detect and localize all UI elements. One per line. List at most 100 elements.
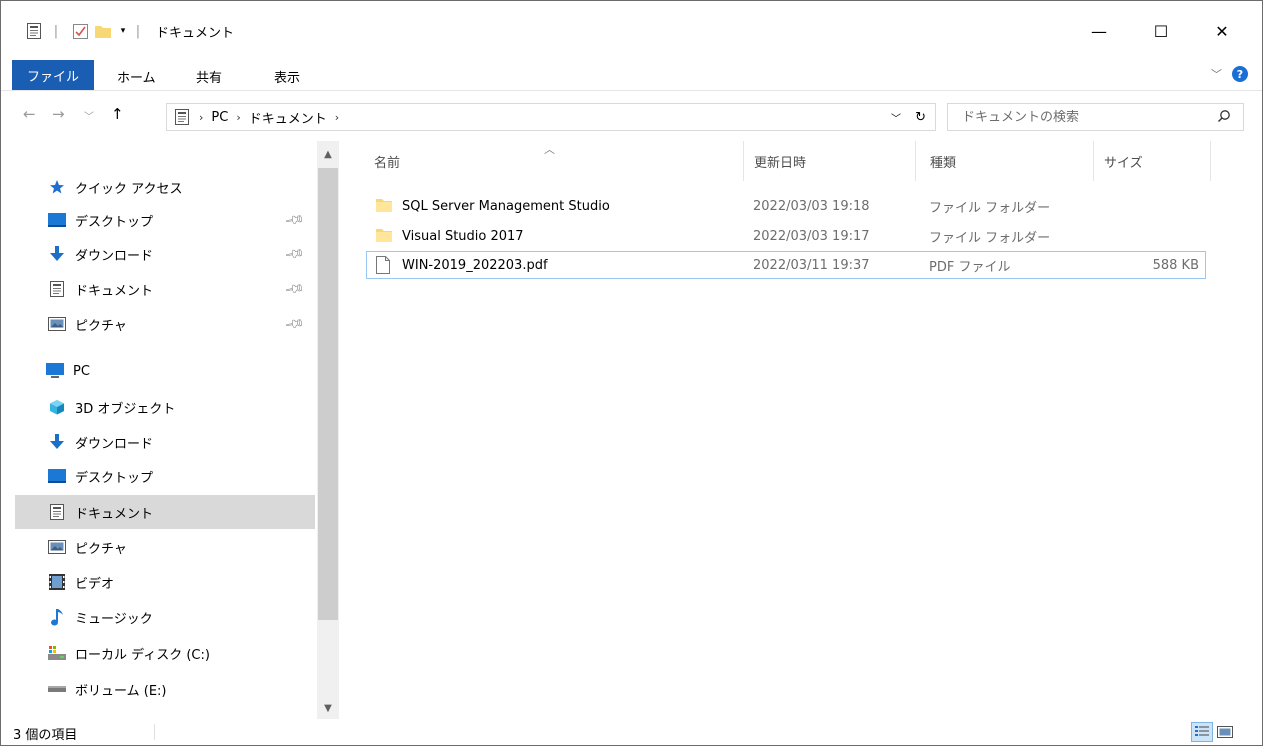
nav-item-label: ダウンロード — [75, 248, 154, 264]
nav-quick-downloads[interactable]: ダウンロード 📌︎ — [15, 237, 315, 271]
nav-item-label: ドキュメント — [75, 283, 154, 299]
scroll-up-arrow-icon[interactable]: ▲ — [317, 143, 339, 165]
column-header-name[interactable]: 名前 — [366, 141, 744, 181]
document-icon — [47, 503, 67, 521]
breadcrumb-separator-icon[interactable]: › — [199, 111, 203, 124]
volume-icon — [47, 680, 67, 698]
refresh-icon[interactable]: ↻ — [915, 110, 926, 125]
breadcrumb-documents[interactable]: ドキュメント — [249, 108, 327, 127]
title-bar: | ▾ | ドキュメント — ☐ ✕ — [1, 1, 1262, 55]
scrollbar-thumb[interactable] — [318, 168, 338, 620]
breadcrumb-pc[interactable]: PC — [211, 110, 228, 125]
window-title: ドキュメント — [156, 26, 235, 41]
nav-item-label: ボリューム (E:) — [75, 683, 167, 699]
nav-item-label: ローカル ディスク (C:) — [75, 647, 210, 663]
pin-icon[interactable]: 📌︎ — [284, 278, 306, 300]
status-bar: 3 個の項目 — [1, 719, 1262, 745]
document-icon — [47, 280, 67, 298]
nav-item-label: ビデオ — [75, 576, 115, 592]
nav-pc-volume-e[interactable]: ボリューム (E:) — [15, 672, 315, 706]
file-type: ファイル フォルダー — [929, 230, 1051, 246]
column-header-size[interactable]: サイズ — [1096, 141, 1211, 181]
toolbar-separator: | — [53, 23, 59, 39]
new-folder-icon[interactable] — [91, 21, 115, 41]
music-icon — [47, 608, 67, 626]
close-button[interactable]: ✕ — [1199, 15, 1245, 47]
help-icon[interactable]: ? — [1232, 66, 1248, 82]
expand-ribbon-chevron-icon[interactable]: ﹀ — [1211, 66, 1222, 82]
maximize-button[interactable]: ☐ — [1138, 15, 1184, 47]
pin-icon[interactable]: 📌︎ — [284, 243, 306, 265]
search-input[interactable] — [962, 109, 1192, 125]
file-name: Visual Studio 2017 — [402, 228, 524, 244]
nav-pc-pictures[interactable]: ピクチャ — [15, 530, 315, 564]
column-header-type[interactable]: 種類 — [922, 141, 1094, 181]
nav-item-label: ドキュメント — [75, 506, 154, 522]
nav-item-label: デスクトップ — [75, 214, 154, 230]
nav-pc-videos[interactable]: ビデオ — [15, 565, 315, 599]
back-arrow-icon[interactable]: ← — [23, 105, 36, 123]
3d-objects-icon — [47, 398, 67, 416]
navigation-pane: クイック アクセス デスクトップ 📌︎ ダウンロード 📌︎ ドキュメント 📌︎ … — [1, 141, 317, 719]
search-box[interactable] — [947, 103, 1244, 131]
folder-icon — [376, 227, 392, 247]
status-divider — [154, 724, 155, 740]
file-size: 588 KB — [1152, 257, 1199, 273]
nav-pc-desktop[interactable]: デスクトップ — [15, 459, 315, 493]
recent-locations-chevron-icon[interactable]: ﹀ — [84, 108, 94, 123]
nav-pane-scrollbar[interactable]: ▲ ▼ — [317, 141, 339, 719]
file-type: ファイル フォルダー — [929, 200, 1051, 216]
nav-quick-documents[interactable]: ドキュメント 📌︎ — [15, 272, 315, 306]
up-arrow-icon[interactable]: ↑ — [111, 105, 124, 123]
search-icon[interactable] — [1217, 109, 1231, 127]
nav-item-label: 3D オブジェクト — [75, 401, 176, 417]
toolbar-separator: | — [135, 23, 141, 39]
nav-pc-music[interactable]: ミュージック — [15, 600, 315, 634]
nav-quick-access[interactable]: クイック アクセス — [15, 170, 315, 204]
forward-arrow-icon[interactable]: → — [52, 105, 65, 123]
nav-pc-downloads[interactable]: ダウンロード — [15, 425, 315, 459]
file-icon — [376, 256, 390, 278]
navigation-bar: ← → ﹀ ↑ › PC › ドキュメント › ﹀ ↻ — [1, 91, 1262, 141]
nav-pc-local-disk[interactable]: ローカル ディスク (C:) — [15, 636, 315, 670]
pin-icon[interactable]: 📌︎ — [284, 209, 306, 231]
properties-check-icon[interactable] — [69, 21, 91, 41]
nav-item-label: ダウンロード — [75, 436, 154, 452]
nav-pc[interactable]: PC — [15, 354, 315, 388]
file-name: WIN-2019_202203.pdf — [402, 257, 548, 273]
picture-icon — [47, 538, 67, 556]
item-count: 3 個の項目 — [13, 728, 78, 743]
document-location-icon — [175, 109, 189, 125]
column-header-modified[interactable]: 更新日時 — [746, 141, 916, 181]
tab-home[interactable]: ホーム — [117, 67, 156, 86]
nav-pc-3d-objects[interactable]: 3D オブジェクト — [15, 390, 315, 424]
file-row[interactable]: SQL Server Management Studio 2022/03/03 … — [366, 192, 1206, 220]
file-list: ︿ 名前 更新日時 種類 サイズ SQL Server Management S… — [346, 141, 1256, 719]
document-app-icon[interactable] — [25, 21, 43, 41]
video-icon — [47, 573, 67, 591]
nav-quick-desktop[interactable]: デスクトップ 📌︎ — [15, 203, 315, 237]
nav-pc-documents[interactable]: ドキュメント — [15, 495, 315, 529]
file-row-selected[interactable]: WIN-2019_202203.pdf 2022/03/11 19:37 PDF… — [366, 251, 1206, 279]
nav-quick-pictures[interactable]: ピクチャ 📌︎ — [15, 307, 315, 341]
tab-file[interactable]: ファイル — [12, 60, 94, 90]
nav-item-label: ミュージック — [75, 611, 153, 627]
large-icons-view-icon[interactable] — [1214, 722, 1236, 742]
breadcrumb-separator-icon[interactable]: › — [236, 111, 240, 124]
file-row[interactable]: Visual Studio 2017 2022/03/03 19:17 ファイル… — [366, 222, 1206, 250]
tab-view[interactable]: 表示 — [274, 67, 300, 86]
download-icon — [47, 433, 67, 451]
customize-toolbar-dropdown-icon[interactable]: ▾ — [115, 21, 131, 41]
address-bar[interactable]: › PC › ドキュメント › ﹀ ↻ — [166, 103, 936, 131]
tab-share[interactable]: 共有 — [196, 67, 222, 86]
minimize-button[interactable]: — — [1076, 15, 1122, 47]
breadcrumb-separator-icon[interactable]: › — [335, 111, 339, 124]
address-dropdown-chevron-icon[interactable]: ﹀ — [891, 110, 901, 125]
desktop-icon — [47, 467, 67, 485]
pin-icon[interactable]: 📌︎ — [284, 313, 306, 335]
file-modified: 2022/03/03 19:17 — [753, 228, 870, 244]
details-view-icon[interactable] — [1191, 722, 1213, 742]
ribbon-controls: ﹀ ? — [1211, 66, 1248, 82]
scroll-down-arrow-icon[interactable]: ▼ — [317, 697, 339, 719]
desktop-icon — [47, 211, 67, 229]
